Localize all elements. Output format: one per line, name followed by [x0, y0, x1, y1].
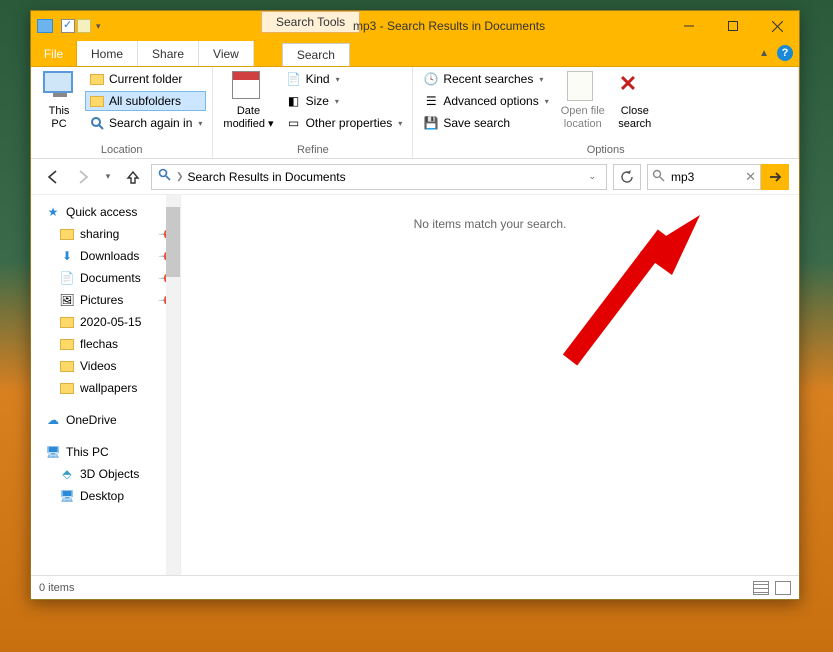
tree-pictures[interactable]: 🖼Pictures📌	[31, 289, 180, 311]
tab-view[interactable]: View	[199, 41, 254, 66]
help-icon[interactable]: ?	[777, 45, 793, 61]
search-results-icon	[158, 168, 172, 185]
tab-fill	[350, 41, 799, 66]
tree-2020-05-15[interactable]: 2020-05-15	[31, 311, 180, 333]
ribbon-group-options: 🕓 Recent searches▾ ☰ Advanced options▾ 💾…	[413, 67, 799, 158]
tree-quick-access[interactable]: ★ Quick access	[31, 201, 180, 223]
scrollbar-thumb[interactable]	[166, 207, 180, 277]
up-button[interactable]	[121, 165, 145, 189]
back-button[interactable]	[41, 165, 65, 189]
date-modified-button[interactable]: Date modified ▾	[219, 69, 277, 133]
close-icon: ✕	[619, 71, 651, 103]
open-file-location-button: Open file location	[557, 69, 609, 133]
search-again-in-button[interactable]: Search again in ▾	[85, 113, 206, 133]
group-label-options: Options	[419, 142, 792, 158]
tab-share[interactable]: Share	[138, 41, 199, 66]
search-input[interactable]	[669, 169, 729, 185]
save-search-button[interactable]: 💾 Save search	[419, 113, 552, 133]
desktop-icon: 🖥	[59, 488, 75, 504]
navigation-bar: ▾ ❯ Search Results in Documents ⌄ ✕	[31, 159, 799, 195]
recent-locations-button[interactable]: ▾	[101, 165, 115, 189]
ribbon: This PC Current folder All subfolders	[31, 67, 799, 159]
explorer-icon	[37, 19, 53, 33]
size-button[interactable]: ◧ Size▾	[282, 91, 407, 111]
this-pc-button[interactable]: This PC	[37, 69, 81, 133]
tree-3d-objects[interactable]: ⬘3D Objects	[31, 463, 180, 485]
tab-spacer	[254, 41, 282, 66]
tree-flechas[interactable]: flechas	[31, 333, 180, 355]
document-icon: 📄	[59, 270, 75, 286]
tree-videos[interactable]: Videos	[31, 355, 180, 377]
status-bar: 0 items	[31, 575, 799, 599]
navigation-pane[interactable]: ★ Quick access sharing📌 ⬇Downloads📌 📄Doc…	[31, 195, 181, 575]
properties-icon: ▭	[286, 115, 302, 131]
search-icon	[89, 115, 105, 131]
breadcrumb[interactable]: Search Results in Documents	[188, 170, 346, 184]
size-icon: ◧	[286, 93, 302, 109]
refresh-button[interactable]	[613, 164, 641, 190]
maximize-button[interactable]	[711, 11, 755, 41]
close-button[interactable]	[755, 11, 799, 41]
tree-onedrive[interactable]: ☁OneDrive	[31, 409, 180, 431]
recent-searches-button[interactable]: 🕓 Recent searches▾	[419, 69, 552, 89]
tree-documents[interactable]: 📄Documents📌	[31, 267, 180, 289]
ribbon-tabs: File Home Share View Search ▲ ?	[31, 41, 799, 67]
kind-button[interactable]: 📄 Kind▾	[282, 69, 407, 89]
clear-search-icon[interactable]: ✕	[745, 169, 756, 185]
collapse-ribbon-icon[interactable]: ▲	[759, 48, 769, 59]
contextual-tab-label: Search Tools	[261, 11, 360, 33]
search-box[interactable]: ✕	[647, 164, 761, 190]
group-label-refine: Refine	[219, 142, 406, 158]
tab-home[interactable]: Home	[77, 41, 138, 66]
window-title: mp3 - Search Results in Documents	[353, 19, 545, 33]
empty-results-text: No items match your search.	[414, 217, 567, 231]
item-count: 0 items	[39, 582, 74, 594]
tree-this-pc[interactable]: 🖥This PC	[31, 441, 180, 463]
star-icon: ★	[45, 204, 61, 220]
large-icons-view-icon[interactable]	[775, 581, 791, 595]
cube-icon: ⬘	[59, 466, 75, 482]
tree-desktop[interactable]: 🖥Desktop	[31, 485, 180, 507]
tree-wallpapers[interactable]: wallpapers	[31, 377, 180, 399]
group-label-location: Location	[37, 142, 206, 158]
all-subfolders-button[interactable]: All subfolders	[85, 91, 206, 111]
title-bar: ▾ Search Tools mp3 - Search Results in D…	[31, 11, 799, 41]
ribbon-group-refine: Date modified ▾ 📄 Kind▾ ◧ Size▾ ▭ Other …	[213, 67, 413, 158]
search-icon	[652, 169, 665, 185]
qat-newfolder-icon[interactable]	[77, 19, 91, 33]
clock-icon: 🕓	[423, 71, 439, 87]
file-tab[interactable]: File	[31, 41, 77, 66]
explorer-window: ▾ Search Tools mp3 - Search Results in D…	[30, 10, 800, 600]
current-folder-button[interactable]: Current folder	[85, 69, 206, 89]
results-pane[interactable]: No items match your search.	[181, 195, 799, 575]
tab-search[interactable]: Search	[282, 43, 350, 66]
address-dropdown-icon[interactable]: ⌄	[584, 171, 600, 182]
address-bar[interactable]: ❯ Search Results in Documents ⌄	[151, 164, 607, 190]
close-search-button[interactable]: ✕ Close search	[613, 69, 657, 133]
download-icon: ⬇	[59, 248, 75, 264]
details-view-icon[interactable]	[753, 581, 769, 595]
tree-sharing[interactable]: sharing📌	[31, 223, 180, 245]
other-properties-button[interactable]: ▭ Other properties▾	[282, 113, 407, 133]
kind-icon: 📄	[286, 71, 302, 87]
pictures-icon: 🖼	[59, 292, 75, 308]
cloud-icon: ☁	[45, 412, 61, 428]
chevron-down-icon: ▾	[198, 119, 202, 128]
forward-button	[71, 165, 95, 189]
tree-downloads[interactable]: ⬇Downloads📌	[31, 245, 180, 267]
advanced-options-button[interactable]: ☰ Advanced options▾	[419, 91, 552, 111]
ribbon-group-location: This PC Current folder All subfolders	[31, 67, 213, 158]
search-go-button[interactable]	[761, 164, 789, 190]
qat-customize-icon[interactable]: ▾	[93, 21, 104, 32]
content-area: ★ Quick access sharing📌 ⬇Downloads📌 📄Doc…	[31, 195, 799, 575]
pc-icon: 🖥	[45, 444, 61, 460]
list-icon: ☰	[423, 93, 439, 109]
quick-access-toolbar: ▾	[31, 19, 110, 33]
breadcrumb-sep[interactable]: ❯	[176, 171, 184, 182]
qat-properties-icon[interactable]	[61, 19, 75, 33]
save-icon: 💾	[423, 115, 439, 131]
minimize-button[interactable]	[667, 11, 711, 41]
